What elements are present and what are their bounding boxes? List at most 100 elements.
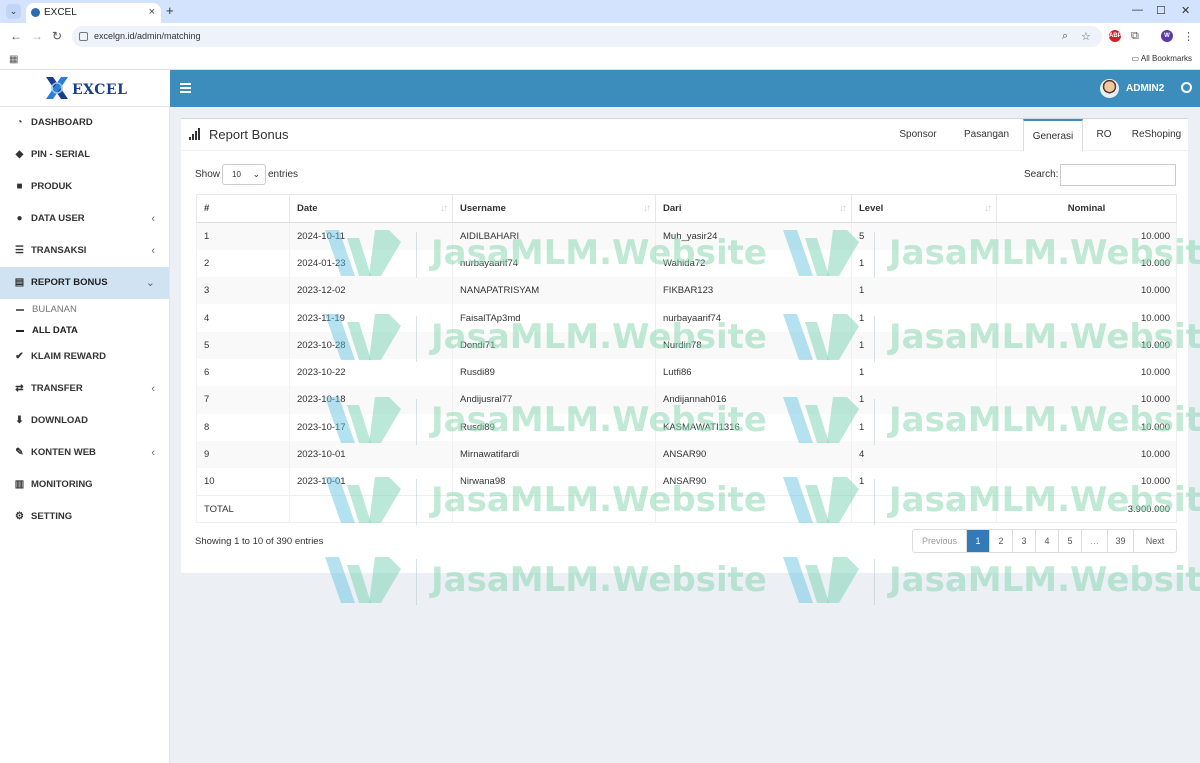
chevron-left-icon: ‹ — [151, 383, 155, 395]
search-input[interactable] — [1060, 164, 1176, 186]
close-window-icon[interactable]: ✕ — [1181, 4, 1190, 17]
tab-reshoping[interactable]: ReShoping — [1125, 119, 1188, 150]
cell-number: 10 — [196, 468, 290, 496]
cell-nominal: 10.000 — [996, 331, 1177, 359]
cell-level: 1 — [851, 331, 997, 359]
tab-generasi[interactable]: Generasi — [1023, 119, 1083, 151]
pagination-page-5[interactable]: 5 — [1059, 530, 1082, 552]
excel-logo-icon — [46, 77, 68, 99]
cell-level: 4 — [851, 440, 997, 469]
sidebar-item-klaim-reward[interactable]: ✔ KLAIM REWARD — [0, 341, 169, 373]
pagination-previous[interactable]: Previous — [913, 530, 967, 552]
menu-dots-icon[interactable]: ⋮ — [1183, 30, 1194, 43]
reload-icon[interactable]: ↻ — [52, 29, 62, 43]
bookmark-star-icon[interactable]: ☆ — [1081, 30, 1091, 43]
cell-nominal: 10.000 — [996, 440, 1177, 469]
extensions-icon[interactable]: ⧉ — [1131, 30, 1139, 43]
browser-tab[interactable]: EXCEL × — [26, 3, 161, 23]
col-header-number[interactable]: # — [196, 194, 290, 223]
tab-search-button[interactable]: ⌄ — [6, 4, 21, 19]
col-header-dari[interactable]: Dari ↓↑ — [655, 194, 852, 223]
profile-icon[interactable]: W — [1161, 30, 1173, 42]
sidebar-item-download[interactable]: ⬇ DOWNLOAD — [0, 405, 169, 437]
cell-nominal: 10.000 — [996, 468, 1177, 496]
avatar[interactable] — [1100, 79, 1119, 98]
cell-number: 2 — [196, 249, 290, 278]
cell-nominal: 10.000 — [996, 304, 1177, 332]
sidebar-item-monitoring[interactable]: ▥ MONITORING — [0, 469, 169, 501]
sidebar-item-transfer[interactable]: ⇄ TRANSFER ‹ — [0, 373, 169, 405]
pagination-page-3[interactable]: 3 — [1013, 530, 1036, 552]
close-tab-icon[interactable]: × — [149, 3, 155, 22]
total-label: TOTAL — [196, 494, 290, 524]
pagination-page-4[interactable]: 4 — [1036, 530, 1059, 552]
zoom-icon[interactable]: ⌕ — [1062, 30, 1068, 43]
table-row: 2 2024-01-23 nurbayaarif74 Wahida72 1 10.000 — [196, 249, 1177, 278]
col-header-label: # — [204, 203, 210, 214]
tab-pasangan[interactable]: Pasangan — [950, 119, 1023, 150]
url-field[interactable]: excelgn.id/admin/matching — [72, 26, 1102, 47]
sidebar-item-setting[interactable]: ⚙ SETTING — [0, 501, 169, 533]
sidebar-subitem-all-data[interactable]: ALL DATA — [0, 320, 169, 341]
col-header-label: Dari — [663, 203, 682, 214]
pagination-next[interactable]: Next — [1134, 530, 1176, 552]
pagination-page-39[interactable]: 39 — [1108, 530, 1134, 552]
entries-select[interactable]: 10 ⌄ — [222, 164, 266, 185]
sidebar-item-label: REPORT BONUS — [31, 277, 108, 288]
cell-nominal: 10.000 — [996, 413, 1177, 441]
report-tabs: Sponsor Pasangan Generasi RO ReShoping — [886, 119, 1188, 151]
tab-title: EXCEL — [44, 7, 77, 18]
sidebar-subitem-bulanan[interactable]: BULANAN — [0, 299, 169, 320]
pagination-page-2[interactable]: 2 — [990, 530, 1013, 552]
cell-username: nurbayaarif74 — [452, 249, 656, 278]
cell-date: 2023-10-17 — [289, 413, 453, 441]
brand-logo[interactable]: EXCEL — [0, 70, 170, 107]
cell-level: 1 — [851, 249, 997, 278]
back-icon[interactable]: ← — [10, 29, 22, 43]
check-icon: ✔ — [15, 351, 24, 362]
total-empty-cell — [851, 494, 997, 524]
sidebar-item-dashboard[interactable]: ◔ DASHBOARD — [0, 107, 169, 139]
adblock-extension-icon[interactable]: ABP — [1109, 30, 1122, 42]
all-bookmarks[interactable]: ▭ All Bookmarks — [1132, 54, 1192, 63]
table-row: 3 2023-12-02 NANAPATRISYAM FIKBAR123 1 10.000 — [196, 277, 1177, 305]
new-tab-button[interactable]: + — [166, 3, 174, 18]
cell-date: 2023-10-22 — [289, 358, 453, 387]
exchange-icon: ⇄ — [15, 383, 24, 394]
cell-dari: Andijannah016 — [655, 386, 852, 414]
cell-level: 1 — [851, 386, 997, 414]
table-row: 4 2023-11-19 FaisalTAp3md nurbayaarif74 1 10.… — [196, 304, 1177, 332]
cogs-icon: ⚙ — [15, 511, 24, 522]
user-name[interactable]: ADMIN2 — [1126, 83, 1164, 94]
cell-username: Rusdi89 — [452, 413, 656, 441]
maximize-icon[interactable]: ☐ — [1156, 4, 1166, 17]
pagination: Previous 1 2 3 4 5 … 39 Next — [912, 529, 1177, 553]
site-info-icon[interactable] — [79, 32, 88, 41]
pagination-page-1[interactable]: 1 — [967, 530, 990, 552]
sidebar-item-report-bonus[interactable]: ▤ REPORT BONUS ⌄ — [0, 267, 169, 299]
sidebar-item-pin-serial[interactable]: ◆ PIN - SERIAL — [0, 139, 169, 171]
globe-icon[interactable] — [1181, 82, 1192, 93]
sidebar-item-data-user[interactable]: ● DATA USER ‹ — [0, 203, 169, 235]
forward-icon[interactable]: → — [31, 29, 43, 43]
minimize-icon[interactable]: — — [1132, 4, 1143, 16]
col-header-date[interactable]: Date ↓↑ — [289, 194, 453, 223]
sidebar-toggle-icon[interactable] — [180, 83, 191, 93]
col-header-username[interactable]: Username ↓↑ — [452, 194, 656, 223]
bonus-table: # Date ↓↑ Username ↓↑ Dari ↓↑ Level ↓↑ Nomin… — [196, 194, 1177, 524]
cell-date: 2023-10-01 — [289, 440, 453, 469]
sort-icon: ↓↑ — [984, 203, 992, 214]
apps-icon[interactable]: ▦ — [9, 54, 18, 65]
tab-ro[interactable]: RO — [1083, 119, 1125, 150]
sidebar-item-produk[interactable]: ■ PRODUK — [0, 171, 169, 203]
col-header-level[interactable]: Level ↓↑ — [851, 194, 997, 223]
sidebar-item-konten-web[interactable]: ✎ KONTEN WEB ‹ — [0, 437, 169, 469]
report-box: Report Bonus Sponsor Pasangan Generasi R… — [181, 118, 1188, 573]
sidebar-item-transaksi[interactable]: ☰ TRANSAKSI ‹ — [0, 235, 169, 267]
cell-date: 2023-11-19 — [289, 304, 453, 332]
entries-label: entries — [268, 169, 299, 180]
cell-dari: ANSAR90 — [655, 468, 852, 496]
cell-username: Rusdi89 — [452, 358, 656, 387]
col-header-nominal[interactable]: Nominal — [996, 194, 1177, 223]
tab-sponsor[interactable]: Sponsor — [886, 119, 950, 150]
